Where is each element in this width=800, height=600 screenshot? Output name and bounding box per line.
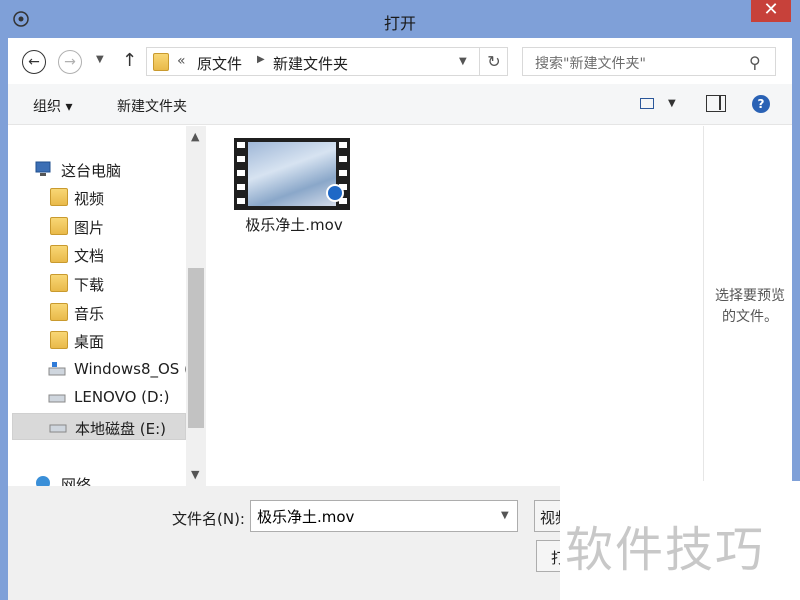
navigation-pane: 这台电脑 视频 图片 文档 下载 音乐 桌面 Windows8_OS ( LEN… bbox=[8, 126, 190, 494]
forward-button[interactable]: → bbox=[58, 50, 82, 74]
documents-folder-icon bbox=[50, 245, 68, 263]
title-bar: 打开 ✕ bbox=[0, 0, 800, 38]
scroll-up-icon[interactable]: ▲ bbox=[191, 130, 199, 143]
breadcrumb-item-source[interactable]: 原文件 bbox=[197, 53, 242, 74]
view-icon[interactable] bbox=[640, 98, 654, 109]
filename-label: 文件名(N): bbox=[172, 510, 245, 528]
music-folder-icon bbox=[50, 303, 68, 321]
address-bar-row: ← → ▼ ↑ « 原文件 ▶ 新建文件夹 ▼ ↻ 搜索"新建文件夹" ⚲ bbox=[8, 38, 792, 84]
breadcrumb[interactable]: « 原文件 ▶ 新建文件夹 ▼ ↻ bbox=[146, 47, 508, 76]
search-box[interactable]: 搜索"新建文件夹" ⚲ bbox=[522, 47, 776, 76]
nav-item-drive-c[interactable]: Windows8_OS ( bbox=[8, 356, 190, 383]
windows-drive-icon bbox=[48, 362, 66, 376]
command-bar: 组织 ▾ 新建文件夹 ▼ ? bbox=[8, 84, 792, 125]
recent-locations-dropdown[interactable]: ▼ bbox=[96, 54, 104, 65]
nav-item-pictures[interactable]: 图片 bbox=[8, 213, 186, 240]
search-input[interactable]: 搜索"新建文件夹" bbox=[535, 53, 646, 73]
organize-button[interactable]: 组织 ▾ bbox=[33, 96, 72, 116]
file-name: 极乐净土.mov bbox=[245, 216, 343, 234]
help-icon[interactable]: ? bbox=[752, 95, 770, 113]
desktop-folder-icon bbox=[50, 331, 68, 349]
nav-item-documents[interactable]: 文档 bbox=[8, 241, 186, 268]
drive-icon bbox=[48, 394, 66, 403]
folder-icon bbox=[153, 53, 169, 71]
nav-item-downloads[interactable]: 下载 bbox=[8, 270, 186, 297]
file-list: 极乐净土.mov bbox=[206, 126, 703, 486]
breadcrumb-item-newfolder[interactable]: 新建文件夹 bbox=[273, 53, 348, 74]
up-button[interactable]: ↑ bbox=[122, 50, 137, 71]
refresh-button[interactable]: ↻ bbox=[479, 48, 508, 75]
file-item[interactable]: 极乐净土.mov bbox=[232, 134, 356, 234]
computer-icon bbox=[35, 161, 51, 176]
preview-pane: 选择要预览的文件。 bbox=[703, 126, 792, 486]
breadcrumb-overflow[interactable]: « bbox=[177, 53, 186, 69]
nav-scrollbar[interactable]: ▲ ▼ bbox=[186, 126, 206, 486]
back-button[interactable]: ← bbox=[22, 50, 46, 74]
nav-item-videos[interactable]: 视频 bbox=[8, 184, 186, 211]
nav-item-music[interactable]: 音乐 bbox=[8, 299, 186, 326]
preview-pane-icon[interactable] bbox=[706, 95, 726, 112]
chevron-down-icon[interactable]: ▼ bbox=[459, 56, 467, 67]
nav-item-drive-d[interactable]: LENOVO (D:) bbox=[8, 384, 186, 411]
watermark: 软件技巧 bbox=[565, 522, 766, 578]
pictures-folder-icon bbox=[50, 217, 68, 235]
nav-item-desktop[interactable]: 桌面 bbox=[8, 327, 186, 354]
search-icon[interactable]: ⚲ bbox=[749, 53, 761, 72]
scroll-down-icon[interactable]: ▼ bbox=[191, 468, 199, 481]
quicktime-icon bbox=[326, 184, 344, 202]
window-frame-left bbox=[0, 38, 8, 600]
chevron-right-icon[interactable]: ▶ bbox=[257, 54, 265, 65]
downloads-folder-icon bbox=[50, 274, 68, 292]
filename-field[interactable] bbox=[251, 501, 491, 531]
drive-icon bbox=[49, 424, 67, 433]
close-button[interactable]: ✕ bbox=[751, 0, 791, 22]
preview-message: 选择要预览的文件。 bbox=[715, 288, 785, 325]
nav-item-this-pc[interactable]: 这台电脑 bbox=[8, 156, 186, 183]
videos-folder-icon bbox=[50, 188, 68, 206]
view-dropdown[interactable]: ▼ bbox=[668, 98, 676, 109]
scroll-thumb[interactable] bbox=[188, 268, 204, 428]
nav-item-drive-e[interactable]: 本地磁盘 (E:) bbox=[12, 413, 186, 440]
filename-combobox[interactable]: ▼ bbox=[250, 500, 518, 532]
chevron-down-icon[interactable]: ▼ bbox=[501, 510, 509, 521]
new-folder-button[interactable]: 新建文件夹 bbox=[117, 96, 187, 116]
window-title: 打开 bbox=[383, 14, 416, 33]
